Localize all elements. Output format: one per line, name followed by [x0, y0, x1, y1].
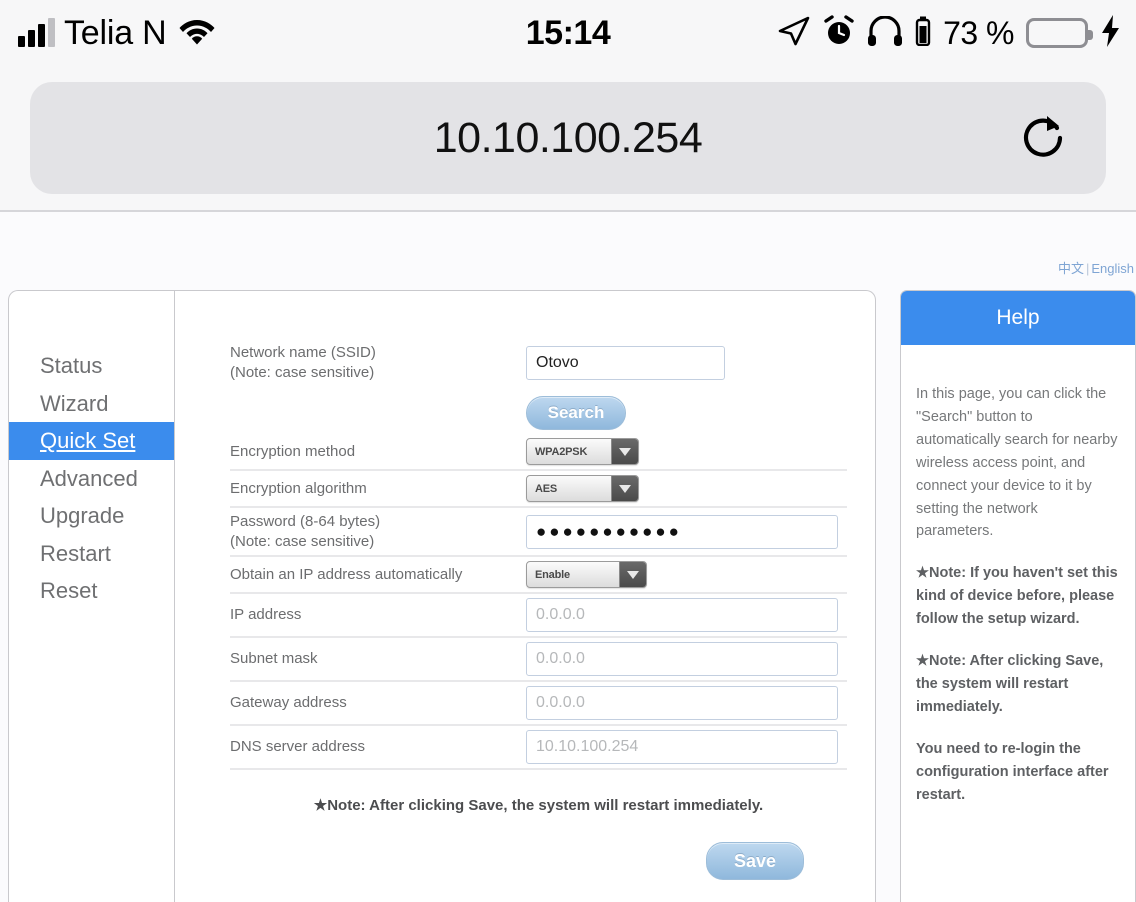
- language-link-english[interactable]: English: [1091, 261, 1134, 276]
- sidebar-item-status[interactable]: Status: [9, 347, 174, 385]
- row-ip-address: IP address: [230, 594, 847, 638]
- password-field-wrap: ●●●●●●●●●●●: [526, 514, 847, 549]
- gateway-address-field-wrap: [526, 686, 847, 720]
- gateway-address-label: Gateway address: [230, 694, 347, 712]
- main-panel: Status Wizard Quick Set Advanced Upgrade…: [8, 290, 876, 902]
- encryption-algorithm-label: Encryption algorithm: [230, 479, 367, 497]
- row-encryption-algorithm: Encryption algorithm AES: [230, 471, 847, 508]
- password-label-note: (Note: case sensitive): [230, 532, 375, 550]
- headphone-battery-icon: [915, 16, 931, 51]
- encryption-method-select[interactable]: WPA2PSK: [526, 438, 639, 465]
- sidebar-item-quick-set[interactable]: Quick Set: [9, 422, 174, 460]
- dns-server-address-field-wrap: [526, 730, 847, 764]
- ip-address-field-wrap: [526, 598, 847, 632]
- encryption-algorithm-field-wrap: AES: [526, 475, 847, 502]
- password-input[interactable]: ●●●●●●●●●●●: [526, 514, 838, 549]
- sidebar-item-advanced[interactable]: Advanced: [9, 460, 174, 498]
- dns-server-address-label: DNS server address: [230, 738, 366, 756]
- chevron-down-icon: [611, 439, 638, 464]
- sidebar-item-label: Reset: [40, 578, 98, 603]
- headphones-icon: [867, 14, 903, 51]
- help-paragraph-relogin: You need to re-login the configuration i…: [916, 740, 1109, 803]
- language-switcher: 中文 | English: [0, 258, 1136, 277]
- encryption-method-value: WPA2PSK: [535, 445, 588, 458]
- browser-toolbar: 10.10.100.254: [0, 66, 1136, 212]
- subnet-mask-input[interactable]: [526, 642, 838, 676]
- chevron-down-icon: [611, 476, 638, 501]
- ssid-input[interactable]: [526, 345, 725, 380]
- sidebar-item-label: Upgrade: [40, 503, 125, 528]
- router-config-page: 中文 | English Status Wizard Quick Set Advan…: [0, 212, 1136, 902]
- gateway-address-input[interactable]: [526, 686, 838, 720]
- help-panel: Help In this page, you can click the "Se…: [900, 290, 1136, 902]
- sidebar-item-wizard[interactable]: Wizard: [9, 385, 174, 423]
- charging-bolt-icon: [1100, 14, 1122, 53]
- language-link-chinese[interactable]: 中文: [1058, 261, 1084, 276]
- sidebar-item-label: Quick Set: [40, 428, 136, 453]
- obtain-ip-label: Obtain an IP address automatically: [230, 565, 463, 583]
- row-dns-server-address: DNS server address: [230, 726, 847, 770]
- ip-address-input[interactable]: [526, 598, 838, 632]
- obtain-ip-value: Enable: [535, 568, 570, 581]
- url-text: 10.10.100.254: [433, 113, 703, 162]
- password-label-line1: Password (8-64 bytes): [230, 513, 381, 530]
- panels-wrapper: Status Wizard Quick Set Advanced Upgrade…: [8, 290, 1136, 902]
- ssid-field-wrap: [526, 345, 847, 380]
- alarm-clock-icon: [823, 14, 855, 52]
- encryption-method-label: Encryption method: [230, 442, 356, 460]
- row-search: Search: [230, 386, 847, 434]
- sidebar-item-label: Restart: [40, 540, 111, 566]
- password-label: Password (8-64 bytes) (Note: case sensit…: [230, 512, 526, 551]
- help-paragraph-note-wizard: ★Note: If you haven't set this kind of d…: [916, 565, 1118, 628]
- form-note: ★Note: After clicking Save, the system w…: [313, 797, 764, 814]
- obtain-ip-field-wrap: Enable: [526, 561, 847, 588]
- ip-address-label: IP address: [230, 606, 302, 624]
- ssid-label-note: (Note: case sensitive): [230, 363, 375, 381]
- url-bar[interactable]: 10.10.100.254: [30, 82, 1106, 194]
- location-arrow-icon: [777, 15, 811, 52]
- battery-icon: [1026, 18, 1093, 48]
- chevron-down-icon: [619, 562, 646, 587]
- ssid-label: Network name (SSID) (Note: case sensitiv…: [230, 343, 526, 382]
- save-button[interactable]: Save: [706, 842, 804, 880]
- help-paragraph-intro: In this page, you can click the "Search"…: [916, 386, 1118, 540]
- language-separator: |: [1085, 261, 1090, 276]
- subnet-mask-field-wrap: [526, 642, 847, 676]
- obtain-ip-select[interactable]: Enable: [526, 561, 647, 588]
- row-ssid: Network name (SSID) (Note: case sensitiv…: [230, 339, 847, 386]
- battery-percent-label: 73 %: [943, 14, 1014, 51]
- sidebar-item-upgrade[interactable]: Upgrade: [9, 497, 174, 535]
- ios-status-bar: Telia N 15:14 73 %: [0, 0, 1136, 66]
- encryption-method-field-wrap: WPA2PSK: [526, 438, 847, 465]
- help-panel-body: In this page, you can click the "Search"…: [901, 345, 1135, 807]
- sidebar-item-label: Wizard: [40, 390, 109, 416]
- status-bar-right: 73 %: [777, 0, 1122, 66]
- row-obtain-ip: Obtain an IP address automatically Enabl…: [230, 557, 847, 594]
- dns-server-address-input[interactable]: [526, 730, 838, 764]
- help-panel-title: Help: [901, 291, 1135, 345]
- row-password: Password (8-64 bytes) (Note: case sensit…: [230, 508, 847, 557]
- save-row: Save: [230, 814, 847, 880]
- sidebar-item-label: Advanced: [40, 465, 138, 491]
- row-encryption-method: Encryption method WPA2PSK: [230, 434, 847, 471]
- encryption-algorithm-select[interactable]: AES: [526, 475, 639, 502]
- help-paragraph-note-restart: ★Note: After clicking Save, the system w…: [916, 653, 1104, 715]
- subnet-mask-label: Subnet mask: [230, 650, 318, 668]
- quick-set-form: Network name (SSID) (Note: case sensitiv…: [175, 291, 875, 902]
- row-subnet-mask: Subnet mask: [230, 638, 847, 682]
- ssid-label-line1: Network name (SSID): [230, 344, 376, 361]
- sidebar-item-label: Status: [40, 353, 103, 378]
- row-gateway-address: Gateway address: [230, 682, 847, 726]
- search-button[interactable]: Search: [526, 396, 626, 430]
- sidebar-item-restart[interactable]: Restart: [9, 535, 174, 573]
- encryption-algorithm-value: AES: [535, 482, 558, 495]
- sidebar-nav: Status Wizard Quick Set Advanced Upgrade…: [9, 291, 175, 902]
- sidebar-item-reset[interactable]: Reset: [9, 572, 174, 610]
- reload-icon[interactable]: [1016, 111, 1070, 165]
